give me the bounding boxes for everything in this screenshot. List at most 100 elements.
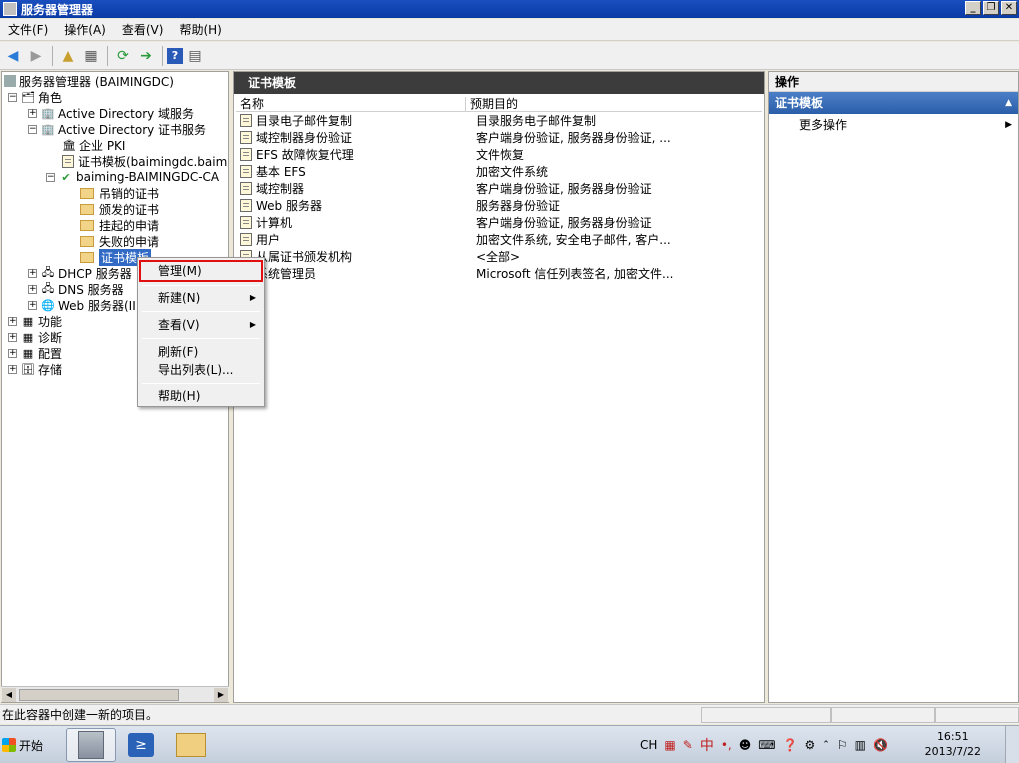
network-icon[interactable]: ▥ (855, 738, 866, 752)
tree-item-storage[interactable]: + 🗄 存储 (8, 361, 62, 377)
submenu-arrow-icon: ▶ (249, 320, 256, 329)
table-row[interactable]: 域控制器 客户端身份验证, 服务器身份验证 (240, 180, 652, 197)
tree-item-features[interactable]: + ▦ 功能 (8, 313, 62, 329)
expand-icon[interactable]: + (28, 268, 37, 278)
language-indicator[interactable]: CH (640, 738, 657, 752)
expand-icon[interactable]: + (28, 284, 37, 294)
tree-item-web[interactable]: + 🌐 Web 服务器(II (28, 297, 136, 313)
volume-muted-icon[interactable]: 🔇 (873, 738, 888, 752)
context-menu-new[interactable]: 新建(N) ▶ (140, 288, 262, 308)
ime-mode[interactable]: 中 (700, 735, 714, 755)
expand-icon[interactable]: + (8, 332, 17, 342)
export-list-icon[interactable]: ➔ (135, 45, 157, 67)
scrollbar-thumb[interactable] (19, 689, 179, 701)
action-center-flag-icon[interactable]: ⚐ (837, 738, 848, 752)
tree-item-ad-cert[interactable]: − 🏢 Active Directory 证书服务 (28, 121, 206, 137)
show-hide-tree-icon[interactable]: ▦ (80, 45, 102, 67)
help-icon[interactable]: ? (167, 47, 183, 64)
certificate-template-icon (240, 148, 252, 161)
tree-item-enterprise-pki[interactable]: 🏛 企业 PKI (62, 137, 125, 153)
ime-punct-icon[interactable]: •, (721, 738, 732, 752)
toolbar-separator (52, 45, 53, 66)
collapse-icon[interactable]: − (28, 124, 37, 134)
table-row[interactable]: EFS 故障恢复代理 文件恢复 (240, 146, 524, 163)
expand-icon[interactable]: + (8, 316, 17, 326)
column-header-name[interactable]: 名称 (236, 97, 466, 112)
tree-item-pending[interactable]: 挂起的申请 (80, 217, 159, 233)
expand-icon[interactable]: + (28, 300, 37, 310)
ime-skin-icon[interactable]: ☻ (739, 738, 752, 752)
tree-item-configuration[interactable]: + ▦ 配置 (8, 345, 62, 361)
context-menu-view[interactable]: 查看(V) ▶ (140, 315, 262, 335)
tree-item-roles[interactable]: − 🗂 角色 (8, 89, 62, 105)
back-arrow-icon[interactable]: ◀ (2, 45, 24, 67)
tree-item-cert-templates-domain[interactable]: 证书模板(baimingdc.baimi (62, 153, 228, 169)
tree-item-ad-domain[interactable]: + 🏢 Active Directory 域服务 (28, 105, 194, 121)
minimize-button[interactable]: _ (965, 1, 981, 15)
ime-settings-icon[interactable]: ⚙ (805, 738, 816, 752)
menu-separator (142, 383, 260, 384)
actions-pane: 操作 证书模板 ▲ 更多操作 ▶ (768, 71, 1019, 703)
table-row[interactable]: 计算机 客户端身份验证, 服务器身份验证 (240, 214, 652, 231)
show-desktop-button[interactable] (1005, 726, 1019, 763)
table-row[interactable]: 目录电子邮件复制 目录服务电子邮件复制 (240, 112, 596, 129)
table-row[interactable]: 基本 EFS 加密文件系统 (240, 163, 548, 180)
context-menu-refresh[interactable]: 刷新(F) (140, 342, 262, 362)
start-button[interactable]: 开始 (2, 730, 54, 760)
expand-icon[interactable]: + (28, 108, 37, 118)
ime-brush-icon[interactable]: ✎ (683, 738, 693, 752)
collapse-icon[interactable]: − (46, 172, 55, 182)
dns-icon: 🖧 (41, 281, 55, 295)
tree-item-ca[interactable]: − ✔ baiming-BAIMINGDC-CA (46, 169, 219, 185)
tree-item-dns[interactable]: + 🖧 DNS 服务器 (28, 281, 124, 297)
close-button[interactable]: ✕ (1001, 1, 1017, 15)
certificate-template-icon (240, 199, 252, 212)
ime-help-icon[interactable]: ❓ (783, 738, 798, 752)
scroll-right-icon[interactable]: ▶ (214, 688, 228, 702)
menu-bar: 文件(F) 操作(A) 查看(V) 帮助(H) (0, 19, 1019, 41)
scroll-left-icon[interactable]: ◀ (2, 688, 16, 702)
context-menu-export-list[interactable]: 导出列表(L)... (140, 360, 262, 380)
menu-view[interactable]: 查看(V) (114, 21, 172, 38)
taskbar-server-manager[interactable] (66, 728, 116, 762)
status-cell (935, 707, 1019, 723)
menu-help[interactable]: 帮助(H) (171, 21, 229, 38)
refresh-icon[interactable]: ⟳ (112, 45, 134, 67)
menu-file[interactable]: 文件(F) (0, 21, 56, 38)
tree-item-diagnostics[interactable]: + ▦ 诊断 (8, 329, 62, 345)
collapse-up-icon[interactable]: ▲ (1005, 92, 1012, 114)
table-row[interactable]: 域控制器身份验证 客户端身份验证, 服务器身份验证, ... (240, 129, 671, 146)
show-hide-action-pane-icon[interactable]: ▤ (184, 45, 206, 67)
folder-icon (80, 251, 94, 263)
expand-icon[interactable]: + (8, 364, 17, 374)
clock[interactable]: 16:51 2013/7/22 (925, 729, 981, 759)
forward-arrow-icon[interactable]: ▶ (25, 45, 47, 67)
ime-keyboard-icon[interactable]: ⌨ (758, 738, 775, 752)
tree-item-root[interactable]: 服务器管理器 (BAIMINGDC) (4, 73, 174, 89)
up-folder-icon[interactable]: ▲ (57, 45, 79, 67)
context-menu-help[interactable]: 帮助(H) (140, 386, 262, 406)
more-actions-item[interactable]: 更多操作 ▶ (769, 114, 1018, 136)
tree-item-revoked[interactable]: 吊销的证书 (80, 185, 159, 201)
menu-action[interactable]: 操作(A) (56, 21, 114, 38)
tree-item-issued[interactable]: 颁发的证书 (80, 201, 159, 217)
tree-horizontal-scrollbar[interactable]: ◀ ▶ (1, 686, 229, 702)
expand-icon[interactable]: + (8, 348, 17, 358)
collapse-icon[interactable]: − (8, 92, 17, 102)
tree-item-failed[interactable]: 失败的申请 (80, 233, 159, 249)
powershell-icon: ≥ (128, 733, 154, 757)
table-row[interactable]: Web 服务器 服务器身份验证 (240, 197, 560, 214)
show-hidden-icons-icon[interactable]: ⌃ (822, 740, 830, 750)
roles-icon: 🗂 (21, 90, 35, 104)
ime-grid-icon[interactable]: ▦ (664, 738, 675, 752)
windows-logo-icon (2, 738, 16, 752)
folder-icon (80, 187, 94, 199)
restore-button[interactable]: ❐ (983, 1, 999, 15)
column-header-purpose[interactable]: 预期目的 (466, 97, 762, 112)
taskbar-powershell[interactable]: ≥ (116, 728, 166, 762)
status-cell (701, 707, 831, 723)
taskbar-explorer[interactable] (166, 728, 216, 762)
server-manager-icon (3, 2, 17, 16)
table-row[interactable]: 用户 加密文件系统, 安全电子邮件, 客户... (240, 231, 671, 248)
actions-section-cert-templates[interactable]: 证书模板 ▲ (769, 92, 1018, 114)
